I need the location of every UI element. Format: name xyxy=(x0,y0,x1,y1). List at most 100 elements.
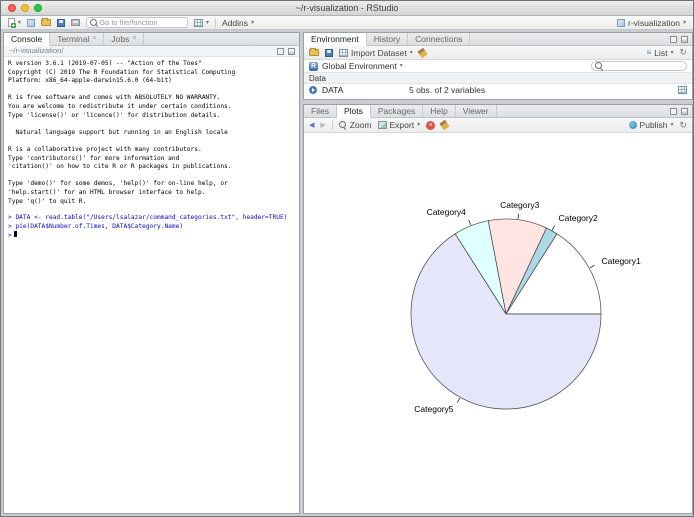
list-view-button[interactable]: ≡ List ▾ xyxy=(647,48,674,58)
toolbar-divider xyxy=(331,120,333,130)
maximize-pane-icon[interactable] xyxy=(681,108,688,115)
close-window-icon[interactable] xyxy=(8,4,16,12)
pie-label-tick xyxy=(456,397,461,403)
addins-label: Addins xyxy=(222,17,249,28)
maximize-pane-icon[interactable] xyxy=(288,48,295,55)
refresh-environment-button[interactable]: ↻ xyxy=(679,48,687,57)
chevron-down-icon: ▾ xyxy=(251,19,255,26)
list-icon: ≡ xyxy=(646,47,652,57)
r-logo-icon: R xyxy=(309,61,318,71)
view-data-icon[interactable] xyxy=(678,86,687,94)
tab-jobs[interactable]: Jobs × xyxy=(104,33,145,45)
chevron-down-icon: ▾ xyxy=(670,49,674,56)
workspace-panes-button[interactable]: ▾ xyxy=(194,18,209,27)
goto-file-input[interactable] xyxy=(99,18,185,27)
addins-menu[interactable]: Addins ▾ xyxy=(222,18,254,28)
close-tab-icon[interactable]: × xyxy=(132,33,136,45)
pie-label-tick xyxy=(589,264,595,269)
environment-object-row[interactable]: DATA 5 obs. of 2 variables xyxy=(304,84,692,96)
rstudio-window: ~/r-visualization - RStudio ▾ ▾ Addins▾ … xyxy=(0,0,694,517)
minimize-pane-icon[interactable] xyxy=(670,108,677,115)
zoom-label: Zoom xyxy=(349,120,372,130)
project-menu[interactable]: r-visualization ▾ xyxy=(617,18,686,28)
close-tab-icon[interactable]: × xyxy=(92,33,96,45)
tab-label: Jobs xyxy=(111,34,130,44)
pie-label: Category4 xyxy=(427,207,466,217)
print-icon xyxy=(71,19,81,26)
save-file-button[interactable] xyxy=(57,18,66,27)
publish-icon xyxy=(628,121,637,129)
pie-label-tick xyxy=(551,225,556,231)
console-prompt[interactable]: > xyxy=(8,231,295,241)
tab-help[interactable]: Help xyxy=(423,105,456,117)
minimize-pane-icon[interactable] xyxy=(277,48,284,55)
dataset-table-icon xyxy=(339,48,348,57)
plots-toolbar: ◀ ▶ Zoom Export ▾ × Publish ▾ ↻ xyxy=(304,118,692,133)
zoom-plot-button[interactable]: Zoom xyxy=(338,120,372,130)
plots-tabbar: Files Plots Packages Help Viewer xyxy=(304,105,692,118)
tab-label: Viewer xyxy=(462,106,489,116)
window-title: ~/r-visualization - RStudio xyxy=(295,3,399,13)
expand-object-icon[interactable] xyxy=(309,86,317,94)
magnifier-icon xyxy=(338,121,347,129)
broom-icon xyxy=(417,47,428,58)
maximize-pane-icon[interactable] xyxy=(681,36,688,43)
minimize-window-icon[interactable] xyxy=(21,4,29,12)
pie-label: Category3 xyxy=(500,200,539,210)
new-file-button[interactable]: ▾ xyxy=(8,18,22,28)
window-controls xyxy=(8,4,42,12)
console-pane: Console Terminal × Jobs × ~/r-visualizatio… xyxy=(3,32,300,514)
print-button[interactable] xyxy=(71,19,81,26)
tab-history[interactable]: History xyxy=(367,33,409,45)
tab-label: Help xyxy=(430,106,448,116)
zoom-window-icon[interactable] xyxy=(34,4,42,12)
remove-plot-button[interactable]: × xyxy=(426,120,436,130)
data-section-header: Data xyxy=(304,73,692,84)
console-path-bar: ~/r-visualization/ xyxy=(4,46,299,57)
publish-button[interactable]: Publish ▾ xyxy=(628,120,673,130)
publish-label: Publish xyxy=(639,120,668,130)
next-plot-button[interactable]: ▶ xyxy=(320,122,325,129)
export-plot-button[interactable]: Export ▾ xyxy=(377,120,420,130)
clear-plots-button[interactable] xyxy=(439,119,450,131)
previous-plot-button[interactable]: ◀ xyxy=(309,122,314,129)
import-dataset-button[interactable]: Import Dataset ▾ xyxy=(339,48,413,58)
tab-connections[interactable]: Connections xyxy=(408,33,471,45)
delete-icon: × xyxy=(426,120,436,130)
search-icon xyxy=(595,62,603,70)
toolbar-divider xyxy=(215,17,217,28)
pie-label: Category1 xyxy=(602,256,641,266)
environment-search-input[interactable] xyxy=(604,61,683,71)
save-workspace-button[interactable] xyxy=(325,48,333,57)
console-command: > pie(DATA$Number.of.Times, DATA$Categor… xyxy=(8,222,184,230)
clear-environment-button[interactable] xyxy=(417,47,428,58)
environment-tabbar: Environment History Connections xyxy=(304,33,692,46)
main-toolbar: ▾ ▾ Addins▾ r-visualization▾ xyxy=(1,16,693,30)
open-folder-icon xyxy=(309,48,319,56)
chevron-down-icon: ▾ xyxy=(18,19,22,26)
scope-label: Global Environment xyxy=(322,61,397,71)
minimize-pane-icon[interactable] xyxy=(670,36,677,43)
pie-label: Category2 xyxy=(559,213,598,223)
load-workspace-button[interactable] xyxy=(309,48,319,56)
environment-scope-selector[interactable]: Global Environment ▾ xyxy=(322,61,403,71)
tab-packages[interactable]: Packages xyxy=(371,105,424,117)
project-name-label: r-visualization xyxy=(628,17,680,28)
refresh-plots-button[interactable]: ↻ xyxy=(679,120,687,130)
environment-scope-row: R Global Environment ▾ xyxy=(304,60,692,73)
console-output-area[interactable]: R version 3.6.1 (2019-07-05) -- "Action … xyxy=(4,57,299,244)
tab-label: Plots xyxy=(343,106,363,116)
prompt-char: > xyxy=(8,232,12,240)
tab-console[interactable]: Console xyxy=(4,33,51,46)
tab-environment[interactable]: Environment xyxy=(304,33,367,46)
goto-file-box xyxy=(86,17,189,28)
tab-files[interactable]: Files xyxy=(304,105,337,117)
pie-chart: Category1 Category2 Category3 Category4 Cate… xyxy=(410,200,641,414)
new-project-button[interactable] xyxy=(27,18,36,27)
tab-plots[interactable]: Plots xyxy=(336,105,371,118)
title-bar: ~/r-visualization - RStudio xyxy=(1,1,693,16)
open-file-button[interactable] xyxy=(41,18,52,26)
text-cursor xyxy=(13,231,17,238)
tab-viewer[interactable]: Viewer xyxy=(456,105,497,117)
tab-terminal[interactable]: Terminal × xyxy=(50,33,105,45)
